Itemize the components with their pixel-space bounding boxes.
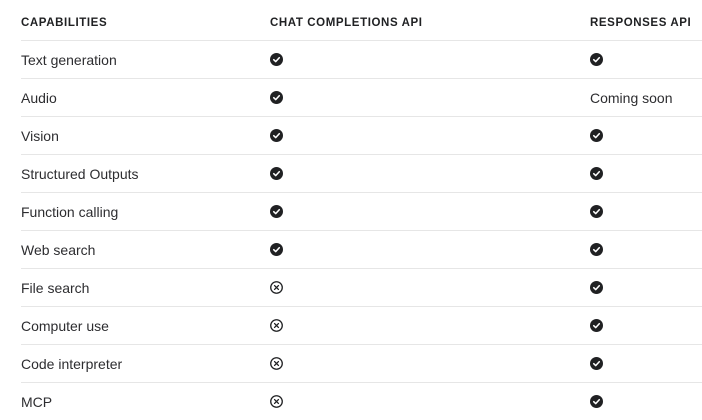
check-circle-icon bbox=[590, 205, 603, 218]
check-circle-icon bbox=[590, 53, 603, 66]
table-row: MCP bbox=[0, 383, 702, 420]
chat-completions-support bbox=[270, 117, 283, 154]
capability-name: Text generation bbox=[21, 51, 117, 68]
table-row: Text generation bbox=[0, 41, 702, 78]
chat-completions-support bbox=[270, 79, 283, 116]
chat-completions-support bbox=[270, 383, 283, 420]
check-circle-icon bbox=[270, 129, 283, 142]
chat-completions-support bbox=[270, 193, 283, 230]
capability-name: Vision bbox=[21, 127, 59, 144]
x-circle-icon bbox=[270, 319, 283, 332]
capability-name: Code interpreter bbox=[21, 355, 123, 372]
table-row: Code interpreter bbox=[0, 345, 702, 382]
responses-support bbox=[590, 383, 603, 420]
table-row: File search bbox=[0, 269, 702, 306]
responses-support bbox=[590, 155, 603, 192]
header-capabilities: CAPABILITIES bbox=[21, 17, 108, 29]
table-row: Web search bbox=[0, 231, 702, 268]
capability-name: Computer use bbox=[21, 317, 109, 334]
table-row: Vision bbox=[0, 117, 702, 154]
chat-completions-support bbox=[270, 345, 283, 382]
capability-name: Function calling bbox=[21, 203, 119, 220]
x-circle-icon bbox=[270, 395, 283, 408]
responses-support: Coming soon bbox=[590, 89, 673, 106]
x-circle-icon bbox=[270, 281, 283, 294]
check-circle-icon bbox=[590, 243, 603, 256]
check-circle-icon bbox=[590, 167, 603, 180]
capability-name: MCP bbox=[21, 393, 53, 410]
check-circle-icon bbox=[590, 357, 603, 370]
chat-completions-support bbox=[270, 41, 283, 78]
header-chat-completions-api: CHAT COMPLETIONS API bbox=[270, 17, 423, 29]
check-circle-icon bbox=[270, 167, 283, 180]
capabilities-table: CAPABILITIES CHAT COMPLETIONS API RESPON… bbox=[0, 0, 702, 414]
check-circle-icon bbox=[270, 205, 283, 218]
capability-name: File search bbox=[21, 279, 90, 296]
table-row: Audio Coming soon bbox=[0, 79, 702, 116]
responses-support bbox=[590, 269, 603, 306]
capability-name: Audio bbox=[21, 89, 57, 106]
chat-completions-support bbox=[270, 155, 283, 192]
capability-name: Web search bbox=[21, 241, 96, 258]
table-row: Function calling bbox=[0, 193, 702, 230]
header-responses-api: RESPONSES API bbox=[590, 17, 692, 29]
responses-support bbox=[590, 193, 603, 230]
table-row: Computer use bbox=[0, 307, 702, 344]
table-body: CAPABILITIES CHAT COMPLETIONS API RESPON… bbox=[0, 2, 702, 420]
chat-completions-support bbox=[270, 307, 283, 344]
responses-support bbox=[590, 231, 603, 268]
check-circle-icon bbox=[270, 243, 283, 256]
check-circle-icon bbox=[270, 91, 283, 104]
capability-name: Structured Outputs bbox=[21, 165, 139, 182]
responses-support bbox=[590, 117, 603, 154]
table-row: Structured Outputs bbox=[0, 155, 702, 192]
check-circle-icon bbox=[590, 319, 603, 332]
check-circle-icon bbox=[590, 281, 603, 294]
x-circle-icon bbox=[270, 357, 283, 370]
check-circle-icon bbox=[270, 53, 283, 66]
check-circle-icon bbox=[590, 395, 603, 408]
chat-completions-support bbox=[270, 269, 283, 306]
responses-support bbox=[590, 41, 603, 78]
responses-support bbox=[590, 307, 603, 344]
responses-support bbox=[590, 345, 603, 382]
check-circle-icon bbox=[590, 129, 603, 142]
table-header-row: CAPABILITIES CHAT COMPLETIONS API RESPON… bbox=[0, 2, 702, 40]
chat-completions-support bbox=[270, 231, 283, 268]
